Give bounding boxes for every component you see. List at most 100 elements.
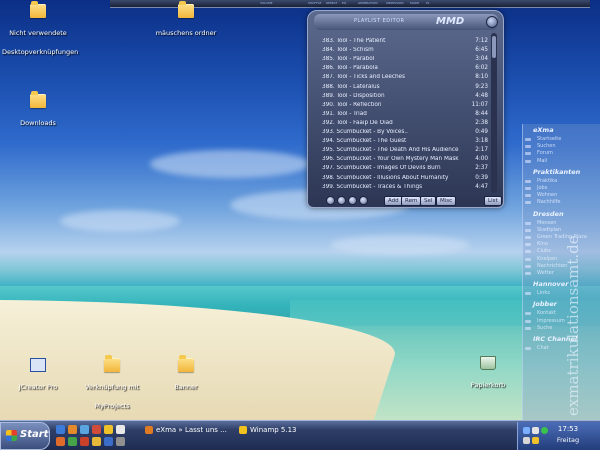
- track-duration: 4:47: [475, 183, 488, 190]
- desktop: VOLUME SHUFFLE REPEAT EQ GENERATION OBSE…: [0, 0, 600, 420]
- exma-link[interactable]: Startseite: [537, 136, 593, 142]
- exma-link[interactable]: Mensen: [537, 220, 593, 226]
- stop-icon[interactable]: [337, 196, 346, 205]
- quicklaunch-app-icon[interactable]: [80, 437, 89, 446]
- quicklaunch-app-icon[interactable]: [104, 437, 113, 446]
- playlist-tracks[interactable]: 383. Tool - The Patient 7:12 384. Tool - S…: [320, 37, 490, 193]
- play-icon[interactable]: [326, 196, 335, 205]
- remove-button[interactable]: Rem: [401, 196, 422, 206]
- misc-button[interactable]: Misc: [436, 196, 457, 206]
- exma-link[interactable]: Wohnen: [537, 192, 593, 198]
- track-duration: 11:07: [471, 101, 488, 108]
- desktop-icon-label: JCreator Pro: [18, 383, 58, 391]
- bullet-icon: [525, 319, 531, 323]
- playlist-window[interactable]: PLAYLIST EDITOR MMD 383. Tool - The Pati…: [307, 10, 504, 208]
- quicklaunch-media-icon[interactable]: [92, 425, 101, 434]
- playlist-titlebar[interactable]: PLAYLIST EDITOR MMD: [314, 14, 498, 30]
- track-title: 396. Scumbucket - Your Own Mystery Man M…: [322, 156, 459, 163]
- bullet-icon: [525, 138, 531, 141]
- quicklaunch-app-icon[interactable]: [56, 437, 65, 446]
- exma-link[interactable]: Jobs: [537, 185, 593, 191]
- exma-link[interactable]: Praktika: [537, 178, 593, 184]
- tray-app-icon[interactable]: [532, 437, 539, 444]
- bullet-icon: [525, 243, 531, 247]
- track-title: 388. Tool - Lateralus: [322, 83, 380, 90]
- tray-app-icon[interactable]: [523, 437, 530, 444]
- shuffle-label[interactable]: SHUFFLE: [308, 1, 321, 7]
- bullet-icon: [525, 326, 531, 330]
- quicklaunch-r-icon[interactable]: [116, 425, 125, 434]
- jcreator-icon: [30, 358, 46, 372]
- bullet-icon: [525, 228, 531, 232]
- track-title: 385. Tool - Parabol: [322, 56, 375, 63]
- bullet-icon: [525, 194, 531, 198]
- task-winamp[interactable]: Winamp 5.13: [239, 424, 309, 436]
- network-icon[interactable]: [523, 427, 530, 434]
- volume-icon[interactable]: [532, 427, 539, 434]
- bullet-icon: [525, 236, 531, 239]
- desktop-icon-label: Verknüpfung mit MyProjects: [84, 383, 140, 410]
- playlist-track-row[interactable]: 399. Scumbucket - Traces & Things 4:47: [320, 183, 490, 193]
- exma-section-heading[interactable]: Dresden: [533, 210, 593, 218]
- exma-link[interactable]: Suchen: [537, 143, 593, 149]
- desktop-icon-myprojects-shortcut[interactable]: Verknüpfung mit MyProjects: [76, 355, 148, 412]
- exma-link[interactable]: Forum: [537, 150, 593, 156]
- bullet-icon: [525, 179, 531, 183]
- track-duration: 2:37: [475, 165, 488, 172]
- desktop-icon-maeuschens-ordner[interactable]: mäuschens ordner: [150, 1, 222, 39]
- close-button[interactable]: [486, 16, 498, 28]
- track-title: 395. Scumbucket - The Death And His Audi…: [322, 147, 459, 154]
- playlist-scrollbar[interactable]: [491, 33, 497, 193]
- track-title: 399. Scumbucket - Traces & Things: [322, 183, 423, 190]
- track-duration: 3:04: [475, 56, 488, 63]
- quicklaunch-app-icon[interactable]: [92, 437, 101, 446]
- quicklaunch-ie-icon[interactable]: [80, 425, 89, 434]
- windows-logo-icon: [6, 430, 17, 441]
- wallpaper-cloud: [150, 150, 310, 178]
- list-button[interactable]: List: [484, 196, 502, 206]
- start-button[interactable]: Start: [0, 422, 50, 450]
- taskbar: Start eXma » Lasst uns ... Winamp 5.13 1…: [0, 420, 600, 450]
- task-exma-browser[interactable]: eXma » Lasst uns ...: [145, 424, 227, 436]
- clock[interactable]: 17:53: [540, 425, 596, 433]
- track-duration: 2:17: [475, 147, 488, 154]
- exma-watermark: exmatrikulationsamt.de: [564, 235, 582, 416]
- next-icon[interactable]: [348, 196, 357, 205]
- quicklaunch-app-icon[interactable]: [116, 437, 125, 446]
- quicklaunch-winamp-icon[interactable]: [104, 425, 113, 434]
- exma-section-heading[interactable]: eXma: [533, 126, 593, 134]
- quicklaunch-show-desktop-icon[interactable]: [56, 425, 65, 434]
- winamp-icon: [239, 426, 247, 434]
- quicklaunch-firefox-icon[interactable]: [68, 425, 77, 434]
- exma-section-heading[interactable]: Praktikanten: [533, 168, 593, 176]
- eject-icon[interactable]: [359, 196, 368, 205]
- track-duration: 0:49: [475, 129, 488, 135]
- desktop-icon-recycle-bin[interactable]: Papierkorb: [452, 356, 524, 391]
- repeat-label[interactable]: REPEAT: [326, 1, 337, 7]
- desktop-icon-banner[interactable]: Banner: [150, 355, 222, 393]
- mode-label: MODE: [410, 1, 420, 5]
- folder-icon: [30, 1, 46, 18]
- desktop-icon-jcreator[interactable]: JCreator Pro: [2, 358, 74, 393]
- track-duration: 0:39: [475, 174, 488, 181]
- track-duration: 8:10: [475, 74, 488, 81]
- select-button[interactable]: Sel: [420, 196, 437, 206]
- track-duration: 6:45: [475, 47, 488, 54]
- track-title: 387. Tool - Ticks and Leeches: [322, 74, 406, 81]
- bullet-icon: [525, 145, 531, 149]
- exma-link[interactable]: Stadtplan: [537, 227, 593, 233]
- bullet-icon: [525, 347, 531, 350]
- exma-link[interactable]: Nachhilfe: [537, 199, 593, 205]
- eq-label[interactable]: EQ: [342, 1, 346, 7]
- pl-label[interactable]: PL: [426, 1, 429, 7]
- firefox-icon: [145, 426, 153, 434]
- desktop-icon-downloads[interactable]: Downloads: [2, 91, 74, 129]
- add-button[interactable]: Add: [384, 196, 403, 206]
- track-title: 384. Tool - Schism: [322, 47, 374, 54]
- quicklaunch-app-icon[interactable]: [68, 437, 77, 446]
- folder-icon: [178, 355, 194, 372]
- exma-link[interactable]: Mail: [537, 158, 593, 164]
- track-title: 391. Tool - Triad: [322, 110, 367, 117]
- wallpaper-cloud: [60, 210, 180, 232]
- desktop-icon-unused-shortcuts[interactable]: Nicht verwendete Desktopverknüpfungen: [2, 1, 78, 58]
